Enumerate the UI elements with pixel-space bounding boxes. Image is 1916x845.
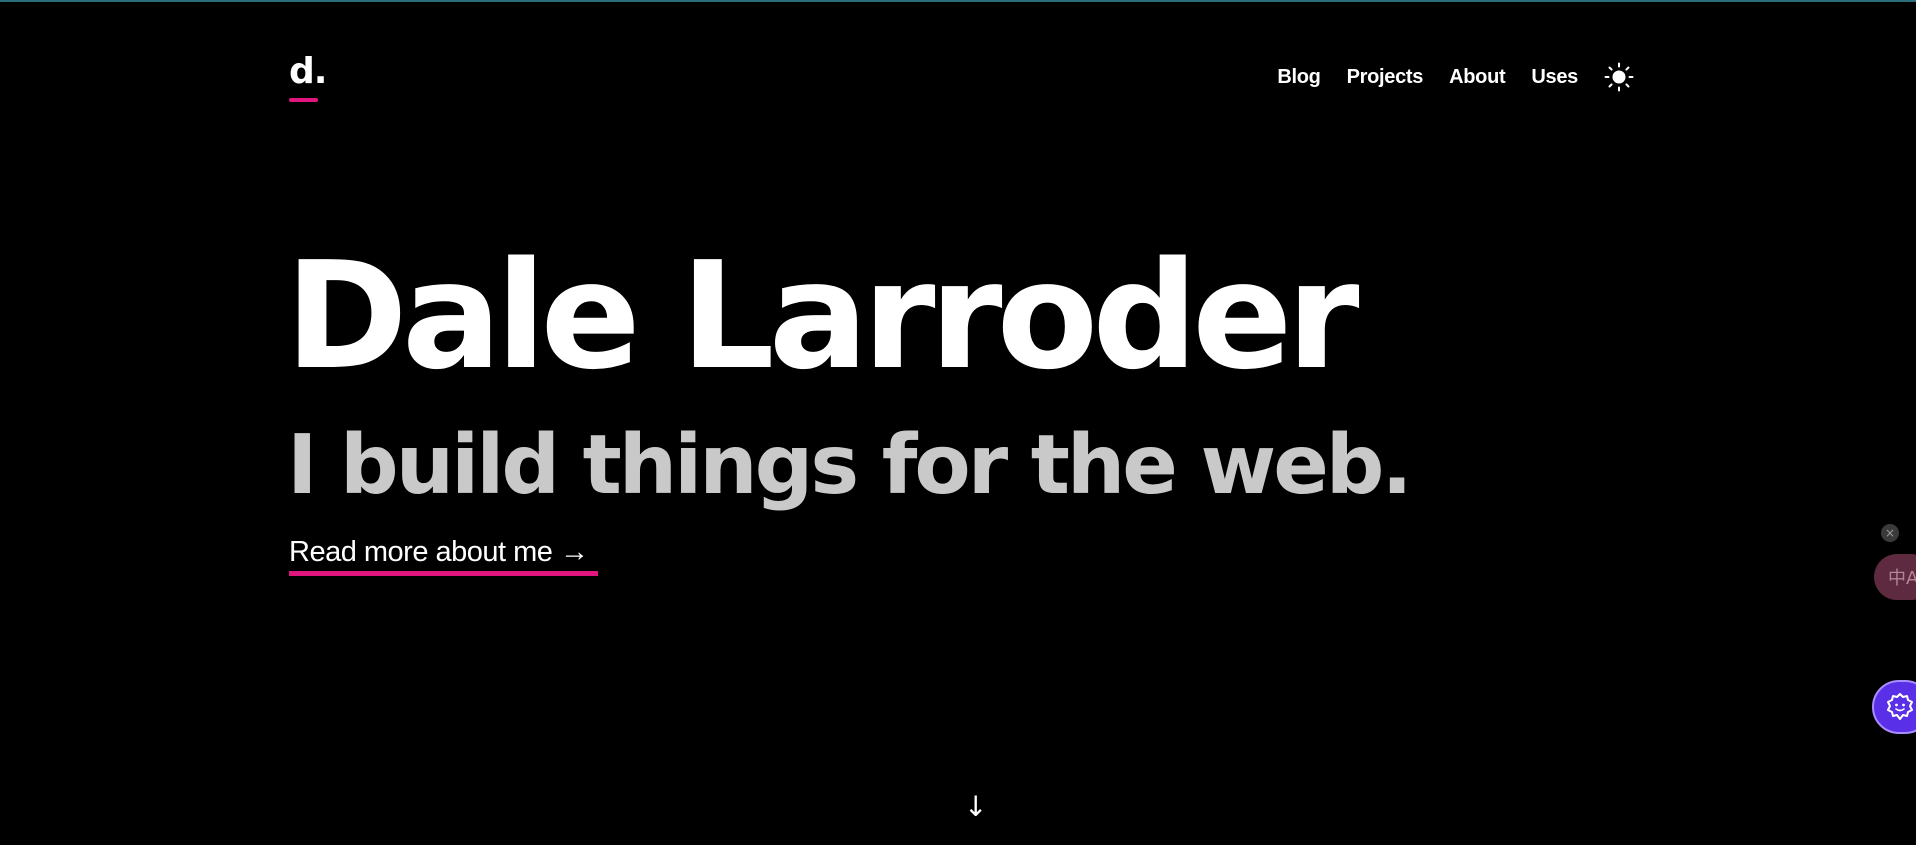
nav-about[interactable]: About xyxy=(1449,66,1506,89)
theme-toggle-button[interactable] xyxy=(1604,62,1634,92)
site-header: d. Blog Projects About Uses xyxy=(289,48,1634,108)
top-border xyxy=(0,0,1916,2)
logo-link[interactable]: d. xyxy=(289,54,327,90)
nav-uses[interactable]: Uses xyxy=(1531,66,1578,89)
sun-icon xyxy=(1604,62,1634,92)
logo-underline xyxy=(289,98,318,102)
hero-tagline: I build things for the web. xyxy=(287,418,1413,513)
scroll-down-arrow-icon[interactable]: ↓ xyxy=(964,793,987,821)
hero-name: Dale Larroder xyxy=(285,230,1359,402)
read-more-underline xyxy=(289,571,598,576)
gear-face-icon xyxy=(1887,693,1913,720)
nav-projects[interactable]: Projects xyxy=(1347,66,1424,89)
nav-blog[interactable]: Blog xyxy=(1277,66,1321,89)
assistant-extension-button[interactable] xyxy=(1872,680,1916,734)
read-more-link[interactable]: Read more about me → xyxy=(289,536,589,569)
main-nav: Blog Projects About Uses xyxy=(1277,62,1634,92)
extension-close-button[interactable]: × xyxy=(1881,524,1899,542)
translate-icon[interactable]: 中A xyxy=(1874,554,1916,600)
